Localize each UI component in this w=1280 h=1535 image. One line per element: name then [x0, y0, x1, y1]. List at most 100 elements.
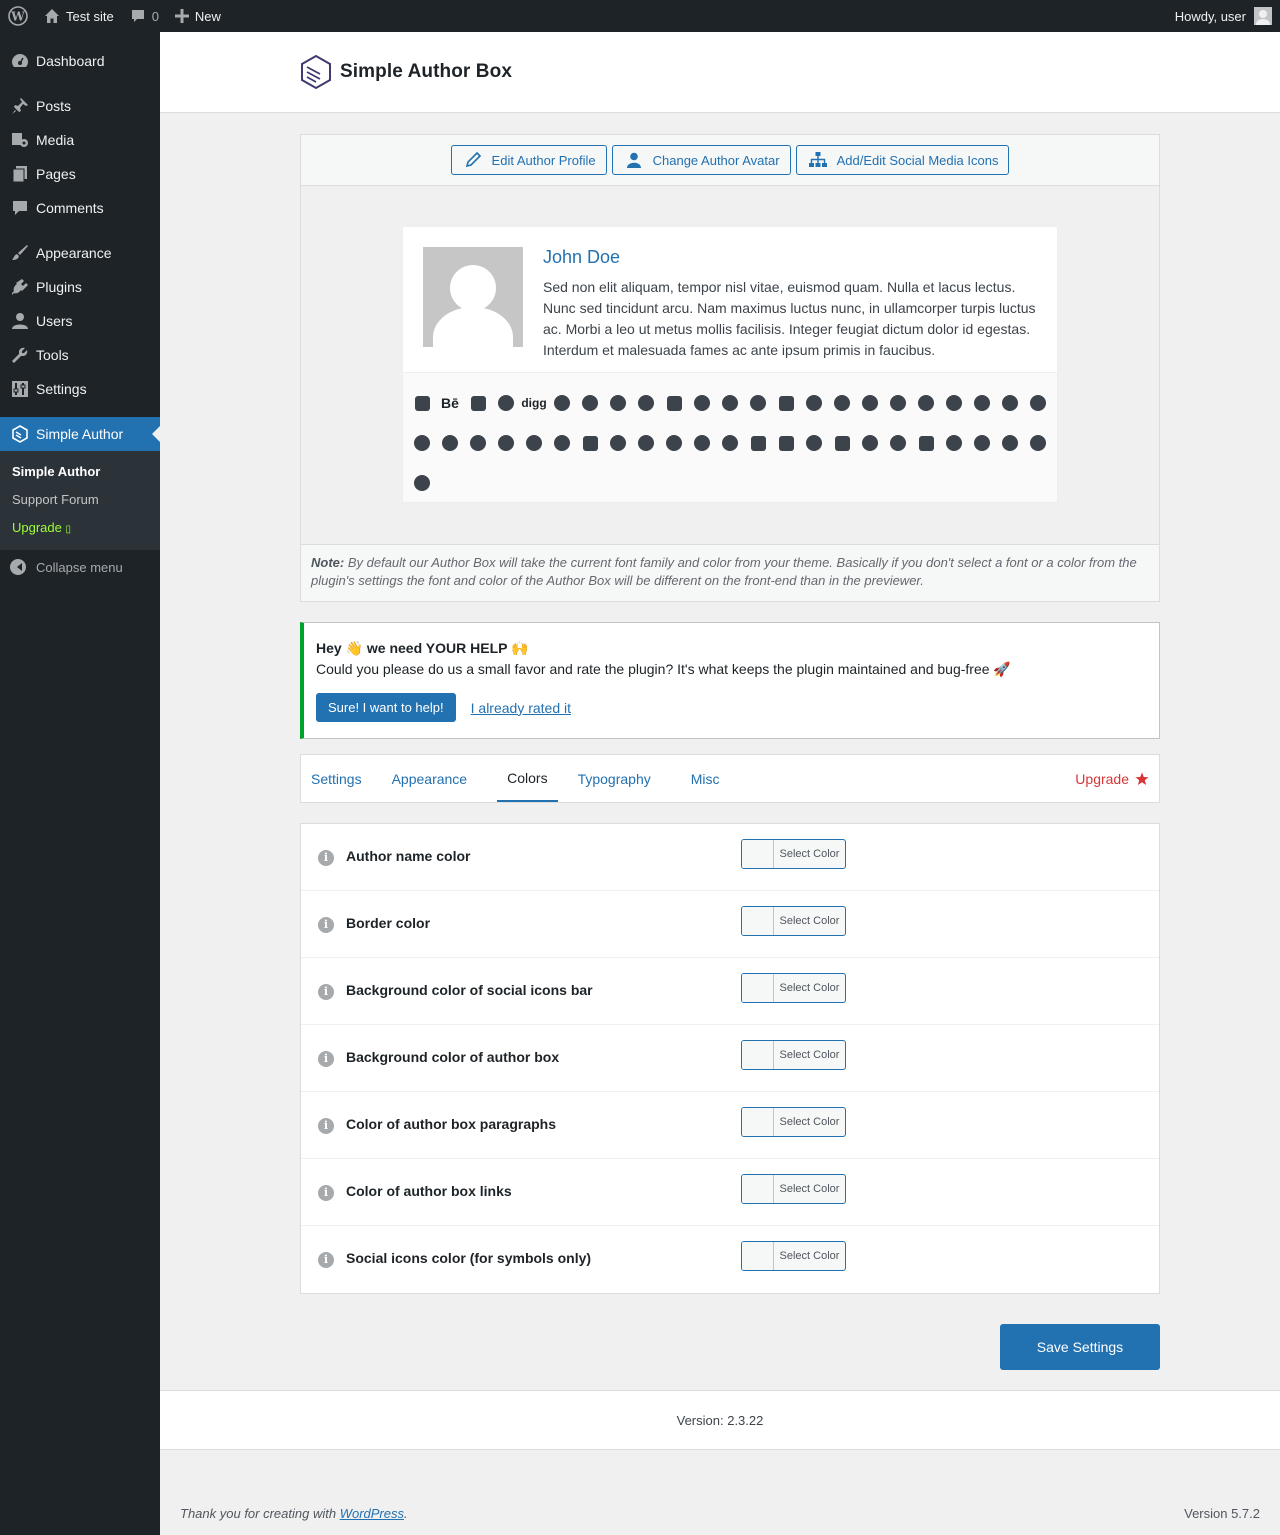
tab-settings[interactable]: Settings — [311, 755, 362, 802]
dribbble-icon[interactable] — [576, 383, 604, 423]
skype-icon[interactable] — [968, 383, 996, 423]
goodreads-icon[interactable] — [744, 423, 772, 463]
select-color-button[interactable]: Select Color — [741, 1174, 846, 1204]
sidebar-item-plugins[interactable]: Plugins — [0, 270, 160, 304]
submenu-support-forum[interactable]: Support Forum — [0, 486, 160, 514]
reddit-icon[interactable] — [884, 383, 912, 423]
sidebar-item-settings[interactable]: Settings — [0, 372, 160, 406]
500px-icon[interactable] — [968, 423, 996, 463]
quora-icon[interactable] — [856, 423, 884, 463]
linkedin-icon[interactable] — [828, 383, 856, 423]
sidebar-item-tools[interactable]: Tools — [0, 338, 160, 372]
share-icon[interactable] — [940, 383, 968, 423]
site-name-link[interactable]: Test site — [36, 0, 122, 32]
submenu-upgrade-label: Upgrade — [12, 520, 62, 535]
info-icon[interactable]: i — [318, 1185, 334, 1201]
meetup-icon[interactable] — [884, 423, 912, 463]
info-icon[interactable]: i — [318, 917, 334, 933]
vk-icon[interactable] — [800, 423, 828, 463]
digg-icon[interactable]: digg — [520, 383, 548, 423]
select-color-button[interactable]: Select Color — [741, 906, 846, 936]
stackoverflow-icon[interactable] — [408, 423, 436, 463]
instagram-icon[interactable] — [800, 383, 828, 423]
sidebar-item-posts[interactable]: Posts — [0, 89, 160, 123]
discord-icon[interactable] — [548, 383, 576, 423]
submenu-upgrade[interactable]: Upgrade ▯ — [0, 514, 160, 542]
wordpress-logo-icon[interactable]: W — [0, 0, 36, 32]
youtube-icon[interactable] — [660, 423, 688, 463]
info-icon[interactable]: i — [318, 1051, 334, 1067]
plus-icon — [174, 9, 189, 23]
telegram-icon[interactable] — [1024, 423, 1052, 463]
delicious-icon[interactable] — [464, 383, 492, 423]
google-icon[interactable] — [716, 383, 744, 423]
whatsapp-icon[interactable] — [632, 383, 660, 423]
info-icon[interactable]: i — [318, 1252, 334, 1268]
yahoo-icon[interactable] — [632, 423, 660, 463]
change-author-avatar-button[interactable]: Change Author Avatar — [611, 145, 791, 175]
edit-author-profile-button[interactable]: Edit Author Profile — [450, 145, 607, 175]
select-color-button[interactable]: Select Color — [741, 1107, 846, 1137]
tab-upgrade[interactable]: Upgrade — [1075, 755, 1149, 802]
new-content-link[interactable]: New — [167, 0, 229, 32]
sidebar-item-comments[interactable]: Comments — [0, 191, 160, 225]
twitch-icon[interactable] — [772, 423, 800, 463]
googleplus-icon[interactable] — [744, 383, 772, 423]
rss-icon[interactable] — [912, 383, 940, 423]
pinterest-icon[interactable] — [856, 383, 884, 423]
tab-misc[interactable]: Misc — [691, 755, 720, 802]
sidebar-item-dashboard[interactable]: Dashboard — [0, 44, 160, 78]
sidebar-item-simple-author[interactable]: Simple Author — [0, 417, 160, 451]
sure-help-button[interactable]: Sure! I want to help! — [316, 693, 456, 722]
html5-icon[interactable] — [772, 383, 800, 423]
xing-icon[interactable] — [688, 423, 716, 463]
select-color-button[interactable]: Select Color — [741, 1241, 846, 1271]
account-menu[interactable]: Howdy, user — [1167, 0, 1280, 32]
select-color-button[interactable]: Select Color — [741, 839, 846, 869]
twitter-icon[interactable] — [520, 423, 548, 463]
stumbleupon-icon[interactable] — [464, 423, 492, 463]
collapse-menu-button[interactable]: Collapse menu — [0, 550, 160, 584]
tab-colors[interactable]: Colors — [497, 755, 558, 802]
select-color-button[interactable]: Select Color — [741, 973, 846, 1003]
flickr-icon[interactable] — [660, 383, 688, 423]
facebook-icon[interactable] — [604, 383, 632, 423]
medium-icon[interactable] — [828, 423, 856, 463]
info-icon[interactable]: i — [318, 1118, 334, 1134]
phone-icon[interactable] — [408, 463, 436, 503]
sidebar-item-media[interactable]: Media — [0, 123, 160, 157]
behance-icon[interactable]: Bē — [436, 383, 464, 423]
vimeo-icon[interactable] — [548, 423, 576, 463]
snapchat-icon[interactable] — [940, 423, 968, 463]
sidebar-item-appearance[interactable]: Appearance — [0, 236, 160, 270]
comments-link[interactable]: 0 — [122, 0, 167, 32]
email-icon[interactable] — [912, 423, 940, 463]
sidebar-item-pages[interactable]: Pages — [0, 157, 160, 191]
sitemap-icon — [808, 152, 827, 167]
tab-typography[interactable]: Typography — [578, 755, 651, 802]
wordpress-link[interactable]: WordPress — [340, 1506, 404, 1521]
already-rated-link[interactable]: I already rated it — [471, 700, 571, 716]
sidebar-item-users[interactable]: Users — [0, 304, 160, 338]
wordpress-icon[interactable] — [604, 423, 632, 463]
spotify-icon[interactable] — [1024, 383, 1052, 423]
addthis-icon[interactable] — [408, 383, 436, 423]
author-name-link[interactable]: John Doe — [543, 247, 620, 268]
tumblr-icon[interactable] — [492, 423, 520, 463]
info-icon[interactable]: i — [318, 850, 334, 866]
color-swatch — [742, 1041, 774, 1069]
soundcloud-icon[interactable] — [996, 383, 1024, 423]
steam-icon[interactable] — [436, 423, 464, 463]
add-edit-social-icons-button[interactable]: Add/Edit Social Media Icons — [795, 145, 1010, 175]
info-icon[interactable]: i — [318, 984, 334, 1000]
tab-appearance[interactable]: Appearance — [392, 755, 468, 802]
save-settings-button[interactable]: Save Settings — [1000, 1324, 1160, 1370]
select-color-button[interactable]: Select Color — [741, 1040, 846, 1070]
submenu-simple-author[interactable]: Simple Author — [0, 458, 160, 486]
footer-version: Version 5.7.2 — [1184, 1506, 1260, 1521]
mastodon-icon[interactable] — [996, 423, 1024, 463]
windows-icon[interactable] — [576, 423, 604, 463]
deviantart-icon[interactable] — [492, 383, 520, 423]
github-icon[interactable] — [688, 383, 716, 423]
mixcloud-icon[interactable] — [716, 423, 744, 463]
